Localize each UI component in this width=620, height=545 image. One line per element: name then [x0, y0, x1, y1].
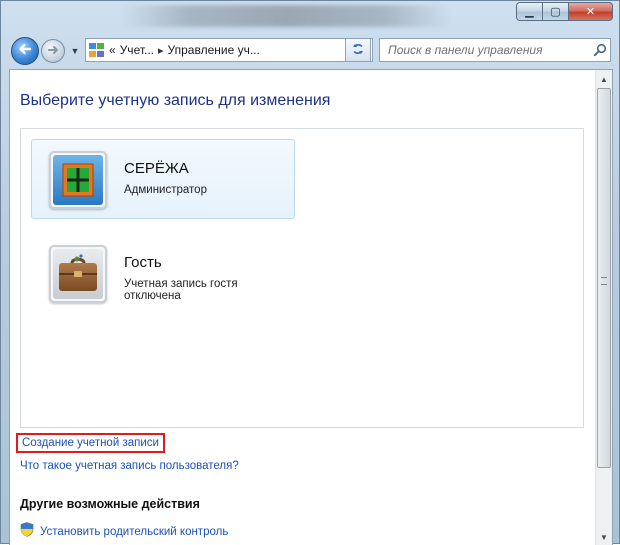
- briefcase-picture: [53, 249, 103, 299]
- breadcrumb-prefix[interactable]: «: [109, 43, 116, 57]
- search-box: [379, 38, 611, 62]
- scroll-thumb[interactable]: [597, 88, 611, 468]
- account-role: Администратор: [124, 184, 207, 196]
- search-icon[interactable]: [590, 40, 610, 60]
- breadcrumb-segment-accounts[interactable]: Учет...: [120, 43, 154, 57]
- create-account-link[interactable]: Создание учетной записи: [16, 433, 165, 453]
- page-title: Выберите учетную запись для изменения: [20, 92, 331, 109]
- scroll-down-button[interactable]: ▼: [597, 529, 611, 545]
- back-arrow-icon: [18, 42, 32, 61]
- back-button[interactable]: [11, 37, 39, 65]
- minimize-button[interactable]: ▁: [516, 2, 543, 21]
- accounts-list: СЕРЁЖА Администратор Гость Учетная запис…: [20, 128, 584, 428]
- chevron-up-icon: ▲: [600, 74, 608, 84]
- parental-controls-task[interactable]: Установить родительский контроль: [20, 522, 228, 542]
- account-name: Гость: [124, 254, 162, 271]
- green-window-picture: [53, 155, 103, 205]
- forward-arrow-icon: [47, 44, 59, 59]
- account-name: СЕРЁЖА: [124, 160, 189, 177]
- title-bar-blurred-area: [121, 5, 451, 27]
- account-picture: [49, 151, 107, 209]
- refresh-button[interactable]: [345, 38, 371, 62]
- account-tile-guest[interactable]: Гость Учетная запись гостя отключена: [31, 233, 295, 313]
- shield-icon: [20, 522, 34, 542]
- refresh-icon: [351, 42, 365, 59]
- recent-pages-dropdown[interactable]: ▼: [69, 45, 81, 57]
- chevron-down-icon: ▼: [600, 532, 608, 542]
- what-is-account-link[interactable]: Что такое учетная запись пользователя?: [20, 460, 239, 472]
- chevron-down-icon: ▼: [70, 46, 80, 56]
- parental-controls-link[interactable]: Установить родительский контроль: [40, 526, 228, 538]
- window-frame: ▁ ▢ ✕ ▼ « Учет... ▸ Управление уч... Пои…: [0, 0, 620, 545]
- breadcrumb-segment-manage[interactable]: Управление уч...: [168, 43, 260, 57]
- other-actions-heading: Другие возможные действия: [20, 497, 200, 511]
- title-bar: ▁ ▢ ✕: [1, 1, 620, 31]
- address-bar[interactable]: « Учет... ▸ Управление уч... ▼: [85, 38, 373, 62]
- search-input[interactable]: [380, 39, 590, 61]
- vertical-scrollbar[interactable]: ▲ ▼: [595, 70, 612, 545]
- close-button[interactable]: ✕: [569, 2, 613, 21]
- content-pane: Выберите учетную запись для изменения СЕ…: [9, 69, 613, 545]
- account-role: Учетная запись гостя отключена: [124, 278, 238, 302]
- forward-button[interactable]: [41, 39, 65, 63]
- breadcrumb-separator[interactable]: ▸: [158, 44, 164, 57]
- scroll-up-button[interactable]: ▲: [597, 71, 611, 87]
- navigation-bar: ▼ « Учет... ▸ Управление уч... ▼: [1, 31, 620, 69]
- account-picture: [49, 245, 107, 303]
- scroll-grip: [601, 277, 607, 285]
- caption-buttons: ▁ ▢ ✕: [516, 2, 613, 22]
- account-tile-serezha[interactable]: СЕРЁЖА Администратор: [31, 139, 295, 219]
- control-panel-icon: [89, 43, 105, 57]
- maximize-button[interactable]: ▢: [543, 2, 569, 21]
